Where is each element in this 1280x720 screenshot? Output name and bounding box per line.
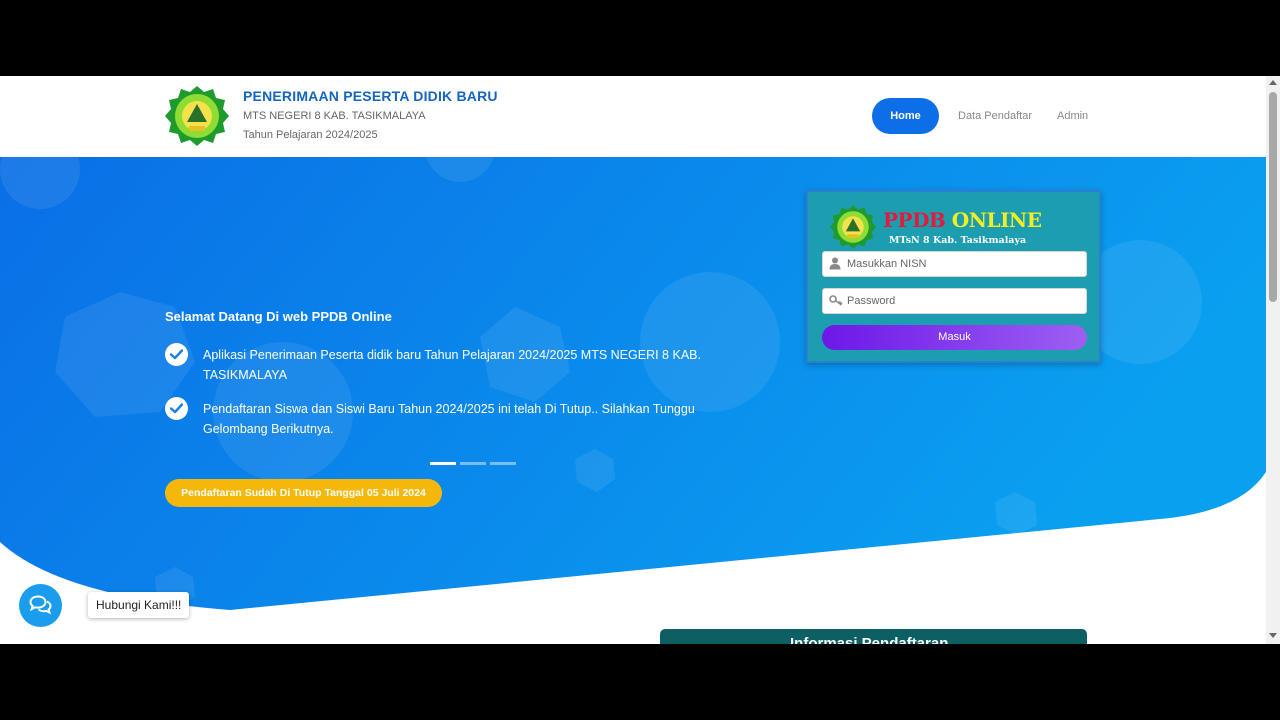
browser-viewport: PENERIMAAN PESERTA DIDIK BARU MTS NEGERI… bbox=[0, 76, 1280, 644]
info-item-text: Aplikasi Penerimaan Peserta didik baru T… bbox=[203, 348, 701, 382]
check-circle-icon bbox=[165, 343, 188, 366]
chat-button[interactable] bbox=[19, 584, 62, 627]
nisn-field[interactable] bbox=[822, 251, 1087, 277]
key-icon bbox=[829, 295, 843, 306]
site-academic-year: Tahun Pelajaran 2024/2025 bbox=[243, 129, 378, 141]
carousel-dot[interactable] bbox=[490, 462, 516, 465]
registration-closed-button[interactable]: Pendaftaran Sudah Di Tutup Tanggal 05 Ju… bbox=[165, 479, 442, 507]
password-field[interactable] bbox=[822, 288, 1087, 314]
scroll-thumb[interactable] bbox=[1269, 92, 1277, 302]
carousel-dot[interactable] bbox=[430, 462, 456, 465]
site-title: PENERIMAAN PESERTA DIDIK BARU bbox=[243, 88, 498, 104]
hero-section: Selamat Datang Di web PPDB Online Aplika… bbox=[0, 157, 1266, 644]
info-section-title: Informasi Pendaftaran bbox=[790, 635, 949, 644]
login-card: PPDB ONLINE MTsN 8 Kab. Tasikmalaya Masu… bbox=[806, 190, 1101, 363]
nav-admin[interactable]: Admin bbox=[1057, 98, 1088, 134]
scroll-down-arrow-icon[interactable] bbox=[1269, 633, 1277, 638]
info-section-header: Informasi Pendaftaran bbox=[660, 629, 1087, 644]
nav-data-pendaftar[interactable]: Data Pendaftar bbox=[958, 98, 1032, 134]
carousel-dot[interactable] bbox=[460, 462, 486, 465]
login-submit-button[interactable]: Masuk bbox=[822, 325, 1087, 350]
welcome-heading: Selamat Datang Di web PPDB Online bbox=[165, 309, 392, 324]
nav-home[interactable]: Home bbox=[872, 98, 939, 134]
user-icon bbox=[829, 257, 841, 270]
chat-label[interactable]: Hubungi Kami!!! bbox=[88, 592, 190, 618]
password-input[interactable] bbox=[847, 289, 1082, 313]
title-ppdb: PPDB bbox=[883, 208, 946, 232]
login-card-title: PPDB ONLINE bbox=[883, 208, 1042, 232]
school-logo bbox=[165, 86, 229, 146]
scroll-up-arrow-icon[interactable] bbox=[1269, 80, 1277, 85]
page-scrollbar[interactable] bbox=[1266, 76, 1280, 644]
nisn-input[interactable] bbox=[847, 252, 1082, 276]
chat-bubbles-icon bbox=[29, 595, 52, 615]
info-item-text: Pendaftaran Siswa dan Siswi Baru Tahun 2… bbox=[203, 402, 695, 436]
site-header: PENERIMAAN PESERTA DIDIK BARU MTS NEGERI… bbox=[0, 76, 1266, 157]
check-circle-icon bbox=[165, 397, 188, 420]
title-online: ONLINE bbox=[951, 208, 1042, 232]
login-card-subtitle: MTsN 8 Kab. Tasikmalaya bbox=[889, 235, 1027, 246]
site-school-name: MTS NEGERI 8 KAB. TASIKMALAYA bbox=[243, 110, 426, 122]
school-logo bbox=[830, 205, 876, 249]
